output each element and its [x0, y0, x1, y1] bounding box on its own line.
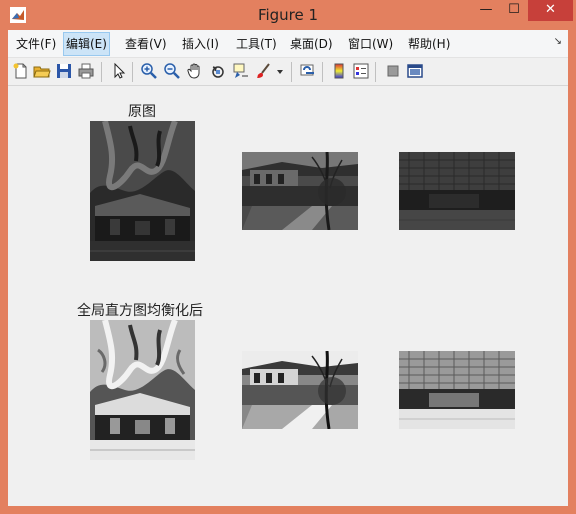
- select-pointer-icon[interactable]: [110, 62, 128, 80]
- menu-window[interactable]: 窗口(W): [346, 34, 395, 54]
- show-plot-tools-icon[interactable]: [406, 62, 424, 80]
- zoom-in-icon[interactable]: [140, 62, 158, 80]
- link-plot-icon[interactable]: [299, 62, 317, 80]
- equalized-cliff-image: [90, 320, 195, 460]
- figure-canvas: 原图 全局直方图均衡化后: [8, 86, 568, 506]
- data-cursor-icon[interactable]: [232, 62, 250, 80]
- toolbar-separator: [132, 62, 133, 82]
- maximize-button[interactable]: ☐: [500, 0, 528, 21]
- equalized-title: 全局直方图均衡化后: [77, 303, 203, 319]
- save-icon[interactable]: [55, 62, 73, 80]
- brush-dropdown-icon[interactable]: [276, 62, 284, 80]
- client-area: 文件(F) 编辑(E) 查看(V) 插入(I) 工具(T) 桌面(D) 窗口(W…: [8, 30, 568, 506]
- pan-hand-icon[interactable]: [186, 62, 204, 80]
- toolbar-separator: [375, 62, 376, 82]
- print-icon[interactable]: [77, 62, 95, 80]
- menu-view[interactable]: 查看(V): [123, 34, 169, 54]
- menu-tools[interactable]: 工具(T): [234, 34, 279, 54]
- menu-desktop[interactable]: 桌面(D): [288, 34, 335, 54]
- toolbar: [8, 58, 568, 86]
- menu-bar: 文件(F) 编辑(E) 查看(V) 插入(I) 工具(T) 桌面(D) 窗口(W…: [8, 30, 568, 58]
- colorbar-icon[interactable]: [330, 62, 348, 80]
- title-bar[interactable]: Figure 1 — ☐ ✕: [0, 0, 576, 30]
- figure-window: Figure 1 — ☐ ✕ 文件(F) 编辑(E) 查看(V) 插入(I) 工…: [0, 0, 576, 514]
- original-cliff-image: [90, 121, 195, 261]
- close-button[interactable]: ✕: [528, 0, 573, 21]
- brush-icon[interactable]: [255, 62, 273, 80]
- equalized-garden-image: [242, 351, 358, 429]
- equalized-building-image: [399, 351, 515, 429]
- menu-help[interactable]: 帮助(H): [406, 34, 452, 54]
- new-figure-icon[interactable]: [12, 62, 30, 80]
- menu-insert[interactable]: 插入(I): [180, 34, 221, 54]
- minimize-button[interactable]: —: [472, 0, 500, 21]
- toolbar-separator: [322, 62, 323, 82]
- legend-icon[interactable]: [352, 62, 370, 80]
- rotate-3d-icon[interactable]: [209, 62, 227, 80]
- hide-plot-tools-icon[interactable]: [384, 62, 402, 80]
- original-building-image: [399, 152, 515, 230]
- original-title: 原图: [128, 104, 156, 120]
- toolbar-separator: [291, 62, 292, 82]
- toolbar-separator: [101, 62, 102, 82]
- original-garden-image: [242, 152, 358, 230]
- menu-edit[interactable]: 编辑(E): [63, 32, 110, 56]
- menu-file[interactable]: 文件(F): [14, 34, 58, 54]
- open-file-icon[interactable]: [33, 62, 51, 80]
- zoom-out-icon[interactable]: [163, 62, 181, 80]
- dock-arrow-icon[interactable]: ↘: [554, 36, 562, 47]
